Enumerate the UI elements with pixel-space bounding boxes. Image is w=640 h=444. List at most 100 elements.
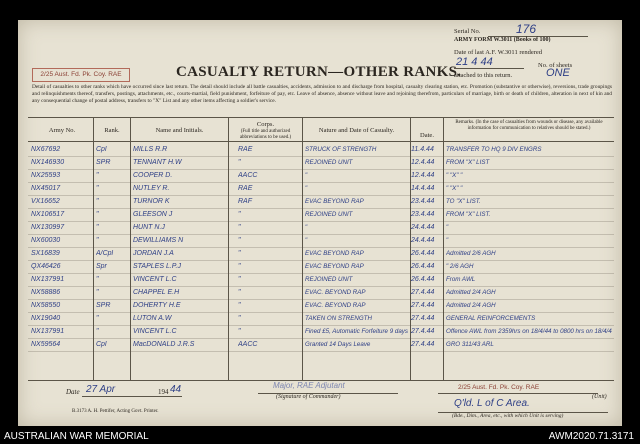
row-casualty: " (305, 237, 308, 244)
row-army-no: NX67692 (31, 146, 61, 153)
row-corps: RAE (238, 185, 253, 192)
row-corps: " (238, 224, 241, 231)
row-remarks: " "X" " (446, 172, 463, 179)
row-date: 11.4.44 (411, 146, 434, 153)
row-remarks: TO "X" LIST. (446, 198, 481, 205)
form-sheet: 2/25 Aust. Fd. Pk. Coy. RAE CASUALTY RET… (18, 20, 622, 426)
col-casualty: Nature and Date of Casualty. (318, 127, 395, 134)
row-name: VINCENT L.C (133, 276, 177, 283)
row-remarks: " (446, 224, 449, 231)
row-date: 27.4.44 (411, 315, 435, 322)
row-name: TURNOR K (133, 198, 170, 205)
footer-date-label: Date (66, 388, 80, 396)
row-remarks: Admitted 2/6 AGH (446, 250, 496, 257)
row-corps: AACC (238, 341, 258, 348)
row-remarks: From AWL (446, 276, 476, 283)
row-rank: Cpl (96, 341, 107, 348)
row-army-no: NX130997 (31, 224, 65, 231)
row-army-no: NX137991 (31, 328, 65, 335)
row-date: 27.4.44 (411, 341, 435, 348)
row-corps: RAF (238, 198, 252, 205)
row-name: VINCENT L.C (133, 328, 177, 335)
row-casualty: Granted 14 Days Leave (305, 341, 371, 348)
col-rank: Rank. (104, 127, 120, 134)
row-date: 27.4.44 (411, 289, 435, 296)
archive-institution: AUSTRALIAN WAR MEMORIAL (4, 431, 149, 442)
row-date: 12.4.44 (411, 172, 435, 179)
row-rank: SPR (96, 159, 111, 166)
row-army-no: SX16839 (31, 250, 60, 257)
no-sheets-value: ONE (546, 67, 570, 79)
row-name: COOPER D. (133, 172, 173, 179)
row-name: STAPLES L.P.J (133, 263, 181, 270)
row-rank: " (96, 328, 99, 335)
col-remarks: Remarks. (In the case of casualties from… (455, 120, 603, 131)
row-corps: " (238, 250, 241, 257)
row-remarks: Admitted 2/4 AGH (446, 289, 496, 296)
row-casualty: EVAC BEYOND RAP (305, 250, 364, 257)
row-army-no: NX59564 (31, 341, 61, 348)
row-corps: " (238, 237, 241, 244)
row-corps: " (238, 302, 241, 309)
row-name: LUTON A.W (133, 315, 172, 322)
row-remarks: " "X" " (446, 185, 463, 192)
row-casualty: REJOINED UNIT (305, 211, 353, 218)
instructions-text: Detail of casualties to other ranks whic… (32, 84, 612, 104)
row-army-no: NX58886 (31, 289, 61, 296)
row-remarks: " (446, 237, 449, 244)
row-rank: Spr (96, 263, 107, 270)
col-name: Name and Initials. (155, 127, 204, 134)
serial-value: 176 (516, 22, 537, 36)
row-army-no: NX45017 (31, 185, 61, 192)
row-casualty: TAKEN ON STRENGTH (305, 315, 372, 322)
row-corps: " (238, 289, 241, 296)
footer-unit-stamp: 2/25 Aust. Fd. Pk. Coy. RAE (458, 384, 540, 391)
date-last-value: 21 4 44 (456, 56, 493, 68)
row-name: HUNT N.J (133, 224, 165, 231)
col-corps-sub: (Full title and authorized abbreviations… (239, 129, 292, 140)
row-date: 26.4.44 (411, 250, 435, 257)
row-army-no: NX146930 (31, 159, 65, 166)
place-caption: (Bde., Dim., Area, etc., with which Unit… (452, 413, 564, 419)
row-remarks: Admitted 2/4 AGH (446, 302, 496, 309)
place-value: Q'ld. L of C Area. (454, 398, 530, 409)
row-rank: " (96, 211, 99, 218)
row-army-no: NX25593 (31, 172, 61, 179)
row-corps: " (238, 315, 241, 322)
row-casualty: EVAC. BEYOND RAP (305, 302, 366, 309)
archive-caption-bar: AUSTRALIAN WAR MEMORIAL AWM2020.71.3171 (0, 430, 640, 444)
row-name: NUTLEY R. (133, 185, 170, 192)
serial-label: Serial No. (454, 28, 481, 35)
row-casualty: EVAC BEYOND RAP (305, 198, 364, 205)
footer-year-print: 194 (158, 388, 169, 396)
row-army-no: NX106517 (31, 211, 65, 218)
row-army-no: NX58550 (31, 302, 61, 309)
row-name: TENNANT H.W (133, 159, 182, 166)
row-casualty: " (305, 172, 308, 179)
row-corps: " (238, 328, 241, 335)
row-remarks: TRANSFER TO HQ 9 DIV ENGRS (446, 146, 542, 153)
row-date: 12.4.44 (411, 159, 435, 166)
row-corps: " (238, 263, 241, 270)
row-remarks: Offence AWL from 2359hrs on 18/4/44 to 0… (446, 328, 612, 335)
row-rank: " (96, 185, 99, 192)
row-rank: " (96, 172, 99, 179)
row-casualty: STRUCK OF STRENGTH (305, 146, 377, 153)
row-name: GLEESON J (133, 211, 173, 218)
row-date: 26.4.44 (411, 276, 435, 283)
row-corps: " (238, 211, 241, 218)
row-army-no: NX60030 (31, 237, 61, 244)
row-casualty: REJOINED UNIT (305, 159, 353, 166)
row-casualty: REJOINED UNIT (305, 276, 353, 283)
row-date: 24.4.44 (411, 237, 435, 244)
printer-line: B.3173 A. H. Pettifer, Acting Govt. Prin… (72, 409, 159, 414)
row-date: 24.4.44 (411, 224, 435, 231)
row-remarks: " 2/6 AGH (446, 263, 474, 270)
row-army-no: VX16652 (31, 198, 60, 205)
row-corps: RAE (238, 146, 253, 153)
row-remarks: FROM "X" LIST (446, 159, 490, 166)
row-corps: AACC (238, 172, 258, 179)
row-rank: " (96, 276, 99, 283)
row-name: CHAPPEL E.H (133, 289, 180, 296)
army-form-label: ARMY FORM W.3011 (Books of 100) (454, 37, 551, 43)
